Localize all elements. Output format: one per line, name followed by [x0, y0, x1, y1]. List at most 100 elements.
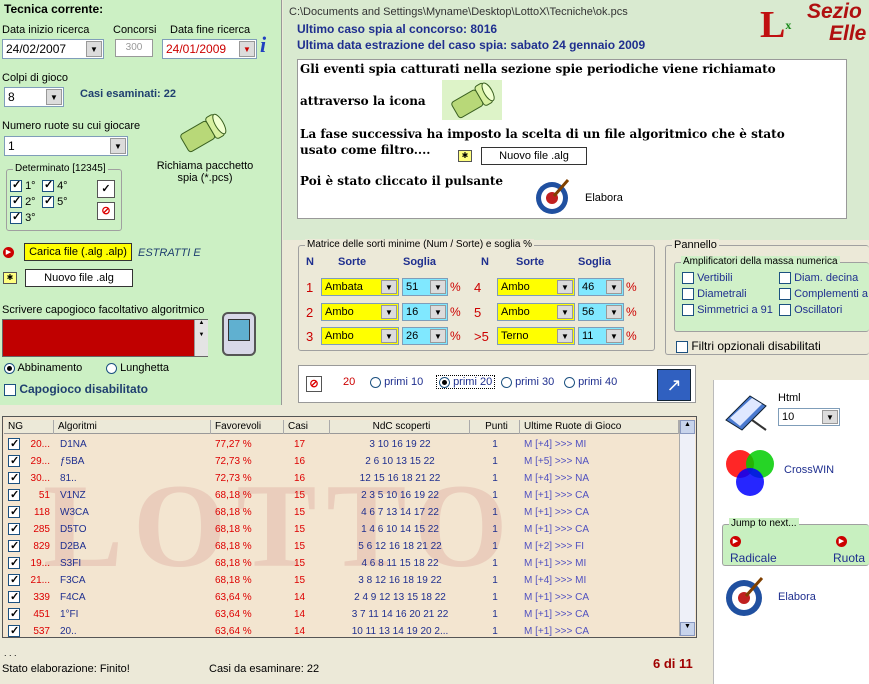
- matrix-soglia-select[interactable]: 46 ▼: [578, 278, 624, 296]
- primi-30-radio[interactable]: [501, 376, 512, 388]
- colpi-select[interactable]: 8 ▼: [4, 87, 64, 107]
- row-checkbox-cell[interactable]: [4, 623, 22, 640]
- primi-40-radio[interactable]: [564, 376, 575, 388]
- richiama-icon[interactable]: [174, 112, 230, 156]
- col-casi[interactable]: Casi: [284, 420, 330, 434]
- row-checkbox[interactable]: [8, 623, 20, 640]
- row-checkbox-cell[interactable]: [4, 555, 22, 572]
- nuovo-file-button[interactable]: Nuovo file .alg: [25, 269, 133, 287]
- row-checkbox[interactable]: [8, 487, 20, 504]
- opt-simmetrici[interactable]: Simmetrici a 91: [682, 304, 773, 317]
- lunghetta-option[interactable]: Lunghetta: [106, 362, 169, 374]
- abbinamento-option[interactable]: Abbinamento: [4, 362, 82, 374]
- det-2-checkbox[interactable]: [10, 194, 22, 209]
- matrix-sorte-select[interactable]: Ambo ▼: [321, 327, 399, 345]
- date-start-select[interactable]: 24/02/2007 ▼: [2, 39, 104, 59]
- primi-40[interactable]: primi 40: [564, 376, 617, 388]
- table-row[interactable]: 829 D2BA 68,18 % 15 5 6 12 16 18 21 22 1 M [+2…: [4, 538, 679, 555]
- ruota-link[interactable]: Ruota: [833, 551, 865, 565]
- uncheck-all-icon[interactable]: ⊘: [97, 202, 115, 220]
- matrix-soglia-select[interactable]: 16 ▼: [402, 303, 448, 321]
- row-checkbox[interactable]: [8, 589, 20, 606]
- crosswin-icon[interactable]: [720, 444, 780, 498]
- row-checkbox-cell[interactable]: [4, 538, 22, 555]
- filtri-checkbox[interactable]: [676, 340, 688, 353]
- opt-vertibili[interactable]: Vertibili: [682, 272, 733, 285]
- oscillatori-checkbox[interactable]: [779, 304, 791, 317]
- opt-complementi[interactable]: Complementi a 9: [779, 288, 869, 301]
- complementi-checkbox[interactable]: [779, 288, 791, 301]
- row-checkbox[interactable]: [8, 453, 20, 470]
- table-row[interactable]: 451 1°FI 63,64 % 14 3 7 11 14 16 20 21 22 1 M …: [4, 606, 679, 623]
- primi-10-radio[interactable]: [370, 376, 381, 388]
- lunghetta-radio[interactable]: [106, 362, 117, 374]
- det-3[interactable]: 3°: [10, 210, 36, 225]
- det-5-checkbox[interactable]: [42, 194, 54, 209]
- primi-10[interactable]: primi 10: [370, 376, 423, 388]
- row-checkbox[interactable]: [8, 538, 20, 555]
- matrix-soglia-select[interactable]: 56 ▼: [578, 303, 624, 321]
- ruota-icon[interactable]: ▶: [836, 536, 847, 547]
- abbinamento-radio[interactable]: [4, 362, 15, 374]
- capogioco-textarea[interactable]: [2, 319, 208, 357]
- row-checkbox-cell[interactable]: [4, 589, 22, 606]
- capogioco-disabilitato-checkbox[interactable]: [4, 383, 16, 396]
- elabora-button[interactable]: Elabora: [778, 591, 816, 603]
- row-checkbox-cell[interactable]: [4, 453, 22, 470]
- capogioco-disabilitato[interactable]: Capogioco disabilitato: [4, 382, 148, 396]
- table-row[interactable]: 285 D5TO 68,18 % 15 1 4 6 10 14 15 22 1 M [+1]…: [4, 521, 679, 538]
- det-5[interactable]: 5°: [42, 194, 68, 209]
- filtri-option[interactable]: Filtri opzionali disabilitati: [676, 339, 821, 353]
- det-1-checkbox[interactable]: [10, 178, 22, 193]
- primi-30[interactable]: primi 30: [501, 376, 554, 388]
- pda-icon[interactable]: [222, 312, 256, 356]
- radicale-icon[interactable]: ▶: [730, 536, 741, 547]
- concorsi-input[interactable]: 300: [115, 39, 153, 57]
- vertibili-checkbox[interactable]: [682, 272, 694, 285]
- col-ng[interactable]: NG: [4, 420, 54, 434]
- table-row[interactable]: 537 20.. 63,64 % 14 10 11 13 14 19 20 2... 1 M…: [4, 623, 679, 640]
- row-checkbox[interactable]: [8, 555, 20, 572]
- simmetrici-checkbox[interactable]: [682, 304, 694, 317]
- row-checkbox[interactable]: [8, 606, 20, 623]
- table-row[interactable]: 20... D1NA 77,27 % 17 3 10 16 19 22 1 M [+4] >…: [4, 436, 679, 453]
- row-checkbox-cell[interactable]: [4, 521, 22, 538]
- elabora-target-icon[interactable]: [722, 574, 766, 618]
- matrix-soglia-select[interactable]: 51 ▼: [402, 278, 448, 296]
- richiama-label[interactable]: Richiama pacchetto spia (*.pcs): [150, 160, 260, 184]
- det-2[interactable]: 2°: [10, 194, 36, 209]
- det-1[interactable]: 1°: [10, 178, 36, 193]
- row-checkbox[interactable]: [8, 436, 20, 453]
- row-checkbox-cell[interactable]: [4, 572, 22, 589]
- matrix-sorte-select[interactable]: Ambo ▼: [321, 303, 399, 321]
- opt-diametrali[interactable]: Diametrali: [682, 288, 747, 301]
- matrix-sorte-select[interactable]: Ambata ▼: [321, 278, 399, 296]
- opt-oscillatori[interactable]: Oscillatori: [779, 304, 842, 317]
- table-row[interactable]: 339 F4CA 63,64 % 14 2 4 9 12 13 15 18 22 1 M […: [4, 589, 679, 606]
- new-file-icon[interactable]: ✱: [3, 272, 17, 284]
- matrix-sorte-select[interactable]: Ambo ▼: [497, 303, 575, 321]
- check-all-icon[interactable]: ✓: [97, 180, 115, 198]
- det-4-checkbox[interactable]: [42, 178, 54, 193]
- carica-file-button[interactable]: Carica file (.alg .alp): [24, 243, 132, 261]
- matrix-soglia-select[interactable]: 11 ▼: [578, 327, 624, 345]
- row-checkbox-cell[interactable]: [4, 470, 22, 487]
- diam-decina-checkbox[interactable]: [779, 272, 791, 285]
- det-3-checkbox[interactable]: [10, 210, 22, 225]
- html-select[interactable]: 10 ▼: [778, 408, 840, 426]
- info-icon[interactable]: i: [260, 32, 266, 58]
- row-checkbox-cell[interactable]: [4, 436, 22, 453]
- primi-20[interactable]: primi 20: [436, 375, 496, 389]
- capogioco-scrollbar[interactable]: ▲ ▼: [194, 320, 208, 356]
- row-checkbox[interactable]: [8, 504, 20, 521]
- table-row[interactable]: 21... F3CA 68,18 % 15 3 8 12 16 18 19 22 1 M […: [4, 572, 679, 589]
- ruote-select[interactable]: 1 ▼: [4, 136, 128, 156]
- row-checkbox[interactable]: [8, 470, 20, 487]
- stop-icon[interactable]: ⊘: [306, 376, 322, 392]
- radicale-link[interactable]: Radicale: [730, 551, 777, 565]
- date-end-select[interactable]: 24/01/2009 ▼: [162, 39, 257, 59]
- row-checkbox-cell[interactable]: [4, 504, 22, 521]
- matrix-sorte-select[interactable]: Ambo ▼: [497, 278, 575, 296]
- export-icon[interactable]: ↗: [657, 369, 691, 401]
- col-ndc[interactable]: NdC scoperti: [330, 420, 470, 434]
